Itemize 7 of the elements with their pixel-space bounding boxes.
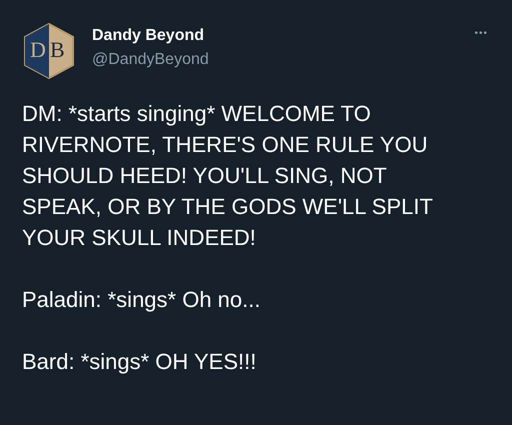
author-name[interactable]: Dandy Beyond — [92, 25, 209, 47]
more-button[interactable]: ••• — [472, 22, 490, 45]
logo-avatar[interactable]: D B — [22, 22, 76, 80]
author-handle[interactable]: @DandyBeyond — [92, 49, 209, 71]
tweet-text: Paladin: *sings* Oh no... — [22, 286, 262, 314]
tweet-text: Bard: *sings* OH YES!!! — [22, 348, 258, 376]
tweet-text: DM: *starts singing* WELCOME TO RIVERNOTE, THERE'S ONE RULE YOU SHOULD HEED! YOU'LL SING, NOT SPEAK, OR BY THE GODS WE'LL SPLIT YOUR SKULL INDEED! — [22, 100, 434, 252]
